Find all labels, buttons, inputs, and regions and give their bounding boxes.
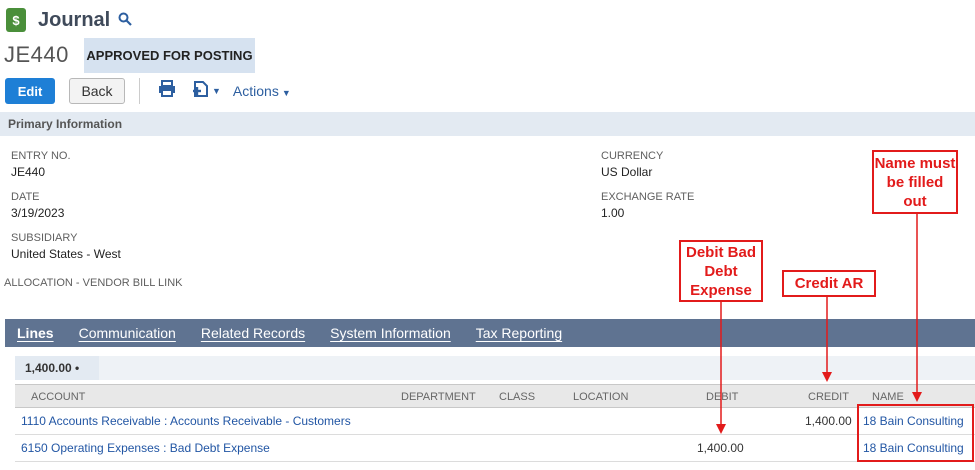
annotation-arrows bbox=[716, 214, 922, 434]
